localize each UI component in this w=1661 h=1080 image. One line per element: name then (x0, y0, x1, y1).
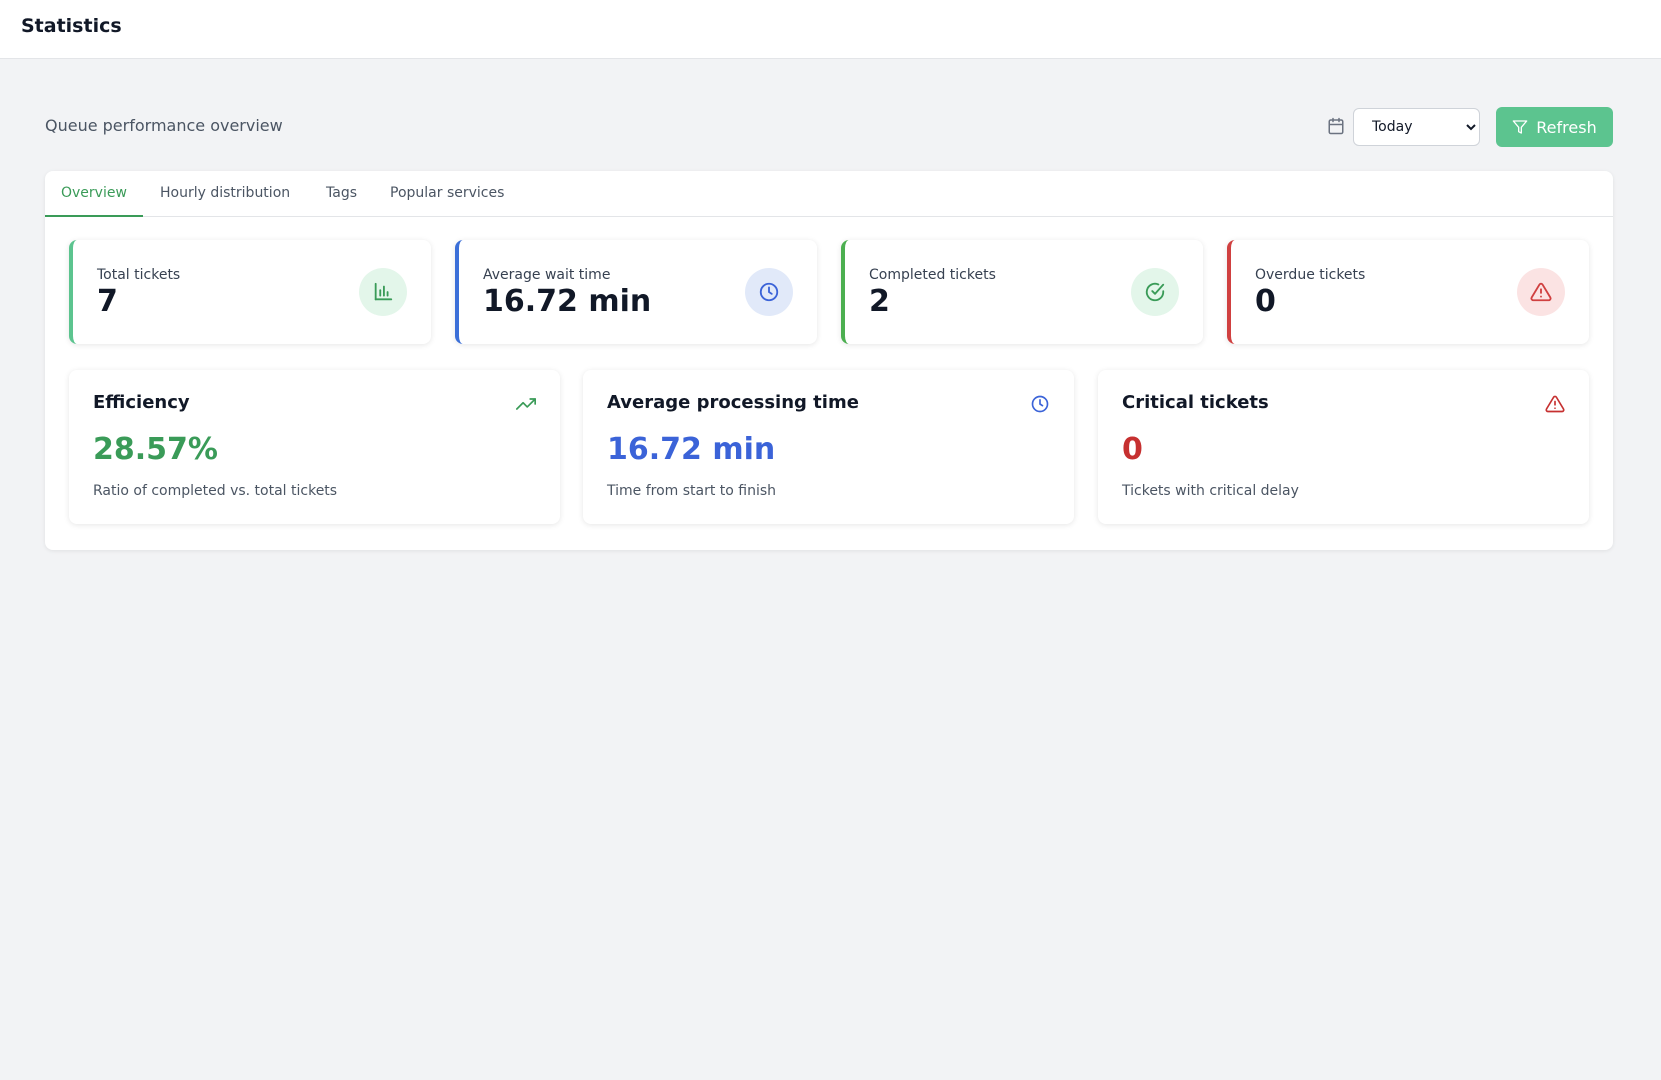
check-circle-icon (1131, 268, 1179, 316)
refresh-button[interactable]: Refresh (1496, 107, 1613, 147)
clock-icon (745, 268, 793, 316)
period-select[interactable]: Today (1353, 108, 1480, 146)
detail-card-critical-tickets: Critical tickets 0 Tickets with critical… (1098, 370, 1589, 524)
detail-title: Average processing time (607, 392, 859, 413)
page-title: Statistics (21, 15, 122, 37)
detail-title: Efficiency (93, 392, 190, 413)
detail-value: 16.72 min (607, 432, 776, 467)
stat-value: 16.72 min (483, 284, 652, 319)
tab-hourly-distribution[interactable]: Hourly distribution (144, 171, 306, 217)
page-subtitle: Queue performance overview (45, 116, 283, 135)
tab-overview[interactable]: Overview (45, 171, 143, 217)
detail-value: 0 (1122, 432, 1143, 467)
detail-description: Ratio of completed vs. total tickets (93, 483, 338, 499)
stat-label: Overdue tickets (1255, 267, 1366, 283)
detail-description: Tickets with critical delay (1122, 483, 1299, 499)
stat-card-total-tickets: Total tickets 7 (69, 240, 431, 344)
bar-chart-icon (359, 268, 407, 316)
filter-icon (1512, 120, 1528, 134)
detail-value: 28.57% (93, 432, 218, 467)
warning-icon (1545, 395, 1565, 413)
detail-description: Time from start to finish (607, 483, 777, 499)
detail-card-efficiency: Efficiency 28.57% Ratio of completed vs.… (69, 370, 560, 524)
stat-card-average-wait-time: Average wait time 16.72 min (455, 240, 817, 344)
statistics-panel: Overview Hourly distribution Tags Popula… (45, 171, 1613, 550)
tab-bar: Overview Hourly distribution Tags Popula… (45, 171, 1613, 217)
calendar-icon (1328, 117, 1344, 135)
stat-value: 0 (1255, 284, 1276, 319)
stat-card-overdue-tickets: Overdue tickets 0 (1227, 240, 1589, 344)
stat-value: 2 (869, 284, 890, 319)
clock-icon (1031, 395, 1049, 413)
tab-popular-services[interactable]: Popular services (374, 171, 520, 217)
warning-icon (1517, 268, 1565, 316)
tab-tags[interactable]: Tags (310, 171, 373, 217)
stat-label: Average wait time (483, 267, 611, 283)
stat-label: Completed tickets (869, 267, 996, 283)
detail-title: Critical tickets (1122, 392, 1269, 413)
stat-value: 7 (97, 284, 118, 319)
top-bar: Statistics (0, 0, 1661, 59)
refresh-button-label: Refresh (1536, 117, 1597, 137)
detail-card-average-processing-time: Average processing time 16.72 min Time f… (583, 370, 1074, 524)
trending-up-icon (516, 398, 536, 410)
stat-label: Total tickets (97, 267, 181, 283)
stat-card-completed-tickets: Completed tickets 2 (841, 240, 1203, 344)
